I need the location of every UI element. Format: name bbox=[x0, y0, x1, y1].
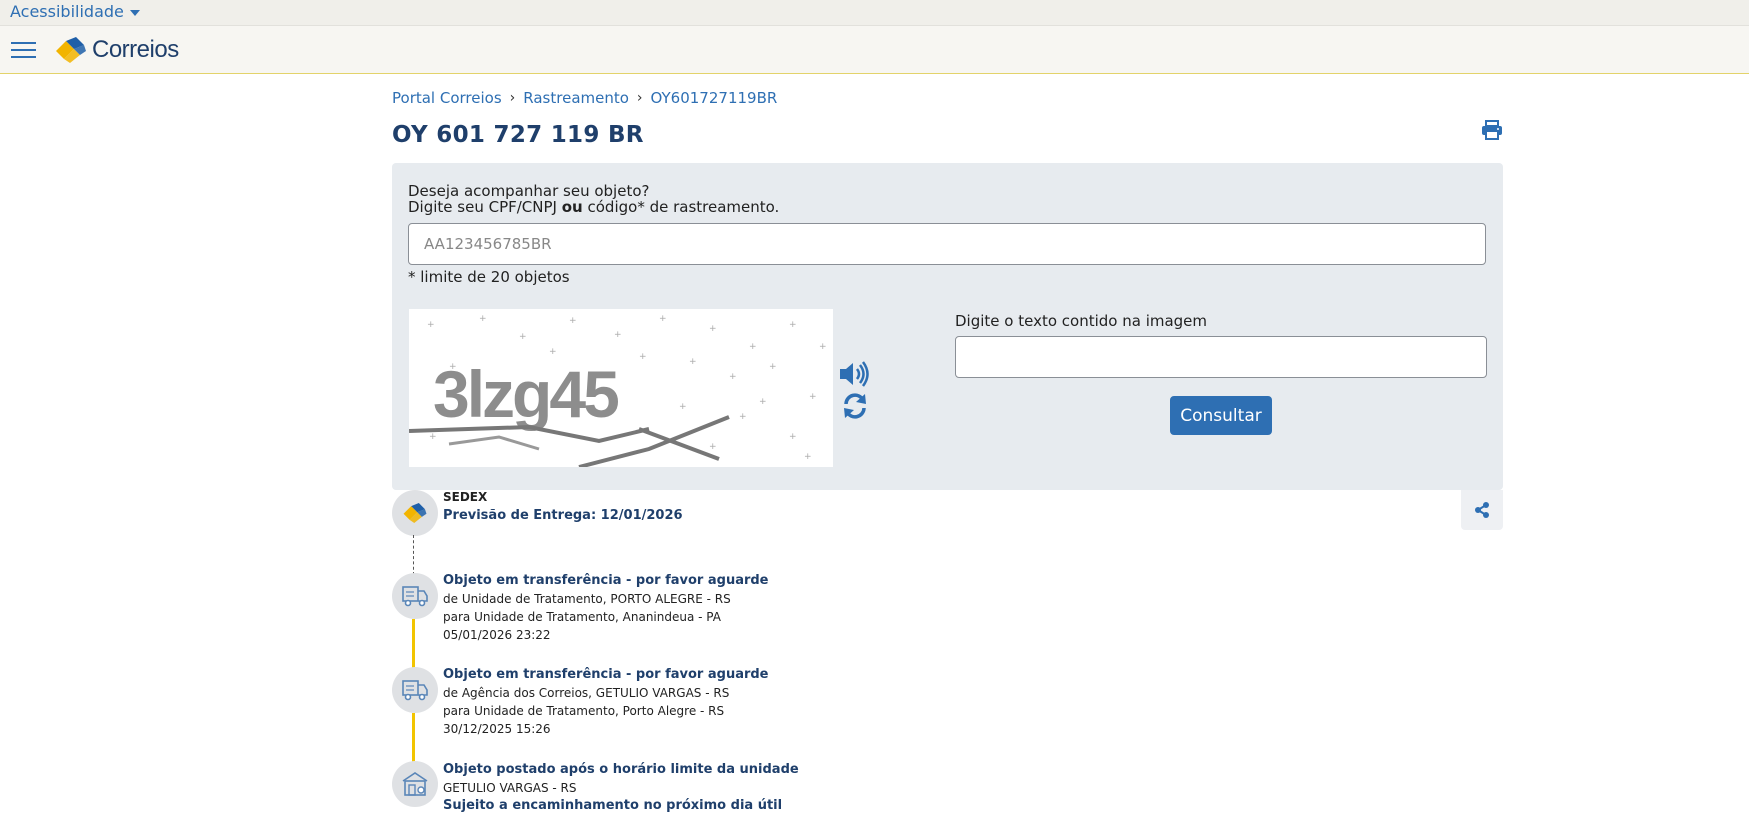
tracking-event: Objeto em transferência - por favor agua… bbox=[443, 666, 769, 738]
svg-text:+: + bbox=[429, 432, 437, 442]
chevron-right-icon: › bbox=[509, 90, 516, 106]
correios-logo-icon bbox=[56, 37, 86, 63]
accessibility-menu[interactable]: Acessibilidade bbox=[10, 2, 140, 21]
logo-text: Correios bbox=[92, 36, 179, 63]
accessibility-bar: Acessibilidade bbox=[0, 0, 1749, 26]
share-icon bbox=[1475, 502, 1489, 518]
svg-text:+: + bbox=[809, 392, 817, 402]
event-origin: de Agência dos Correios, GETULIO VARGAS … bbox=[443, 686, 730, 700]
tracking-instruction: Digite seu CPF/CNPJ ou código* de rastre… bbox=[408, 198, 780, 216]
tracking-event: Objeto postado após o horário limite da … bbox=[443, 761, 799, 815]
svg-text:+: + bbox=[709, 442, 717, 452]
caret-down-icon bbox=[129, 9, 140, 16]
svg-text:+: + bbox=[819, 342, 827, 352]
site-header: Correios bbox=[0, 26, 1749, 74]
truck-icon bbox=[392, 667, 438, 713]
event-location: GETULIO VARGAS - RS bbox=[443, 781, 577, 795]
post-office-icon bbox=[392, 761, 438, 807]
svg-text:+: + bbox=[789, 320, 797, 330]
event-destination: para Unidade de Tratamento, Ananindeua -… bbox=[443, 610, 721, 624]
menu-icon[interactable] bbox=[11, 42, 36, 60]
svg-text:+: + bbox=[749, 342, 757, 352]
svg-text:+: + bbox=[729, 372, 737, 382]
svg-text:+: + bbox=[549, 347, 557, 357]
page-title: OY 601 727 119 BR bbox=[392, 122, 644, 148]
limit-note: * limite de 20 objetos bbox=[408, 268, 570, 286]
delivery-forecast: Previsão de Entrega: 12/01/2026 bbox=[443, 508, 683, 523]
breadcrumb: Portal Correios › Rastreamento › OY60172… bbox=[392, 89, 777, 107]
event-title: Objeto em transferência - por favor agua… bbox=[443, 667, 769, 682]
svg-text:+: + bbox=[769, 362, 777, 372]
share-button[interactable] bbox=[1461, 490, 1503, 530]
svg-text:+: + bbox=[739, 412, 747, 422]
timeline-dashed-connector bbox=[413, 535, 414, 575]
timeline-connector bbox=[412, 713, 415, 765]
speaker-audio-icon[interactable] bbox=[839, 361, 871, 391]
breadcrumb-rastreamento[interactable]: Rastreamento bbox=[523, 89, 629, 107]
event-destination: para Unidade de Tratamento, Porto Alegre… bbox=[443, 704, 725, 718]
svg-text:+: + bbox=[479, 314, 487, 324]
svg-text:+: + bbox=[639, 352, 647, 362]
event-note: Sujeito a encaminhamento no próximo dia … bbox=[443, 798, 783, 813]
captcha-image: + + + + + + + + + + + + + + + + + + + + + + + + 3lzg45 bbox=[409, 309, 833, 467]
captcha-label: Digite o texto contido na imagem bbox=[955, 312, 1208, 330]
svg-text:+: + bbox=[759, 397, 767, 407]
svg-text:3lzg45: 3lzg45 bbox=[433, 357, 618, 431]
print-icon[interactable] bbox=[1481, 120, 1503, 144]
truck-icon bbox=[392, 573, 438, 619]
breadcrumb-portal-correios[interactable]: Portal Correios bbox=[392, 89, 502, 107]
svg-text:+: + bbox=[789, 432, 797, 442]
captcha-input[interactable] bbox=[955, 336, 1487, 378]
svg-text:+: + bbox=[569, 316, 577, 326]
svg-text:+: + bbox=[427, 320, 435, 330]
event-datetime: 30/12/2025 15:26 bbox=[443, 722, 551, 736]
sedex-logo-icon bbox=[392, 490, 438, 536]
correios-logo[interactable]: Correios bbox=[54, 36, 179, 64]
tracking-code-input[interactable] bbox=[408, 223, 1486, 265]
event-title: Objeto postado após o horário limite da … bbox=[443, 762, 799, 777]
svg-text:+: + bbox=[689, 357, 697, 367]
svg-text:+: + bbox=[679, 402, 687, 412]
breadcrumb-current-object[interactable]: OY601727119BR bbox=[651, 89, 778, 107]
tracking-event: Objeto em transferência - por favor agua… bbox=[443, 572, 769, 644]
tracking-search-panel: Deseja acompanhar seu objeto? Digite seu… bbox=[392, 163, 1503, 490]
svg-text:+: + bbox=[659, 314, 667, 324]
event-datetime: 05/01/2026 23:22 bbox=[443, 628, 551, 642]
consultar-button[interactable]: Consultar bbox=[1170, 396, 1272, 435]
refresh-captcha-icon[interactable] bbox=[841, 392, 869, 424]
event-origin: de Unidade de Tratamento, PORTO ALEGRE -… bbox=[443, 592, 731, 606]
accessibility-label: Acessibilidade bbox=[10, 2, 124, 21]
svg-text:+: + bbox=[804, 452, 812, 462]
chevron-right-icon: › bbox=[636, 90, 643, 106]
svg-text:+: + bbox=[519, 332, 527, 342]
timeline-connector bbox=[412, 619, 415, 673]
service-name: SEDEX bbox=[443, 490, 488, 504]
event-title: Objeto em transferência - por favor agua… bbox=[443, 573, 769, 588]
svg-text:+: + bbox=[709, 324, 717, 334]
svg-text:+: + bbox=[614, 330, 622, 340]
